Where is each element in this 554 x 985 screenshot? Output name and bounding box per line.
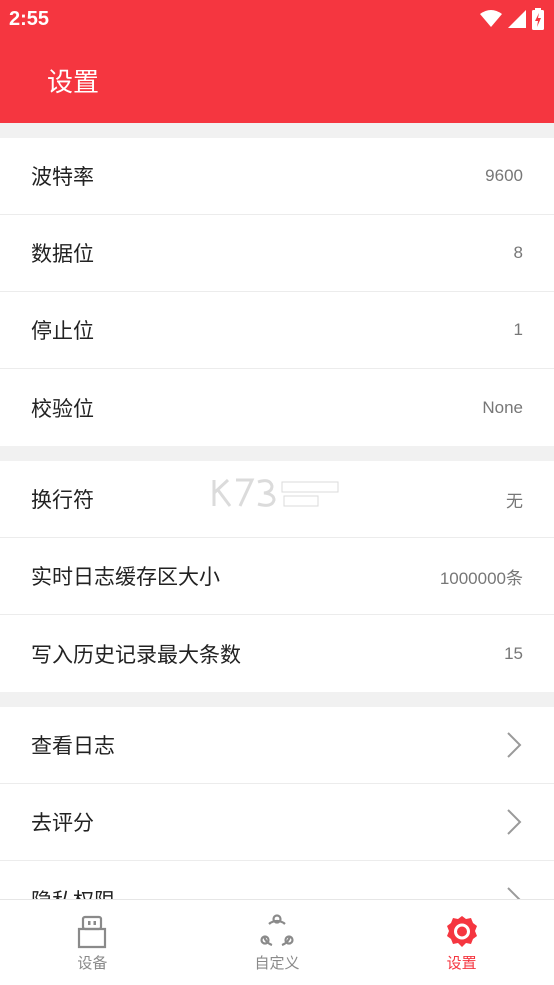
status-icons <box>480 8 544 30</box>
chevron-right-icon <box>507 732 522 758</box>
tab-label: 设置 <box>446 954 477 972</box>
group-divider <box>0 446 554 461</box>
log-settings-group: 换行符 无 实时日志缓存区大小 1000000条 写入历史记录最大条数 15 <box>0 461 554 692</box>
row-label: 数据位 <box>31 242 94 266</box>
tab-device[interactable]: 设备 <box>0 900 185 985</box>
serial-settings-group: 波特率 9600 数据位 8 停止位 1 校验位 None <box>0 138 554 446</box>
group-divider <box>0 692 554 707</box>
log-buffer-size-row[interactable]: 实时日志缓存区大小 1000000条 <box>0 538 554 615</box>
misc-group: 查看日志 去评分 隐私权限 <box>0 707 554 899</box>
row-label: 换行符 <box>31 488 94 512</box>
tab-label: 设备 <box>77 954 108 972</box>
wifi-icon <box>480 10 502 27</box>
chevron-right-icon <box>507 886 521 899</box>
battery-icon <box>532 8 544 30</box>
row-value: 15 <box>504 643 523 663</box>
group-divider <box>0 123 554 138</box>
app-header: 2:55 设置 <box>0 0 554 123</box>
view-logs-row[interactable]: 查看日志 <box>0 707 554 784</box>
row-value: 9600 <box>485 166 523 185</box>
row-value: 无 <box>506 491 523 511</box>
baud-rate-row[interactable]: 波特率 9600 <box>0 138 554 215</box>
share-nodes-icon <box>260 914 294 947</box>
data-bits-row[interactable]: 数据位 8 <box>0 215 554 292</box>
stop-bits-row[interactable]: 停止位 1 <box>0 292 554 369</box>
privacy-permissions-row[interactable]: 隐私权限 <box>0 861 554 899</box>
settings-list[interactable]: 波特率 9600 数据位 8 停止位 1 校验位 None 换行符 无 实时日志… <box>0 123 554 899</box>
status-time: 2:55 <box>9 8 50 30</box>
tab-settings[interactable]: 设置 <box>369 900 554 985</box>
history-max-row[interactable]: 写入历史记录最大条数 15 <box>0 615 554 692</box>
line-ending-row[interactable]: 换行符 无 <box>0 461 554 538</box>
status-bar: 2:55 <box>0 0 554 40</box>
row-value: 1 <box>513 320 523 339</box>
row-label: 去评分 <box>31 811 94 835</box>
row-value: 8 <box>513 243 523 262</box>
usb-device-icon <box>78 915 107 949</box>
row-value: None <box>482 397 523 417</box>
row-label: 波特率 <box>31 165 94 189</box>
row-label: 隐私权限 <box>31 885 115 900</box>
rate-app-row[interactable]: 去评分 <box>0 784 554 861</box>
tab-custom[interactable]: 自定义 <box>185 900 370 985</box>
row-label: 校验位 <box>31 396 94 421</box>
row-label: 停止位 <box>31 319 94 343</box>
bottom-tab-bar: 设备 自定义 设置 <box>0 899 554 985</box>
signal-icon <box>508 10 526 28</box>
chevron-right-icon <box>507 809 522 835</box>
row-value: 1000000条 <box>439 568 523 588</box>
page-title: 设置 <box>47 68 100 98</box>
parity-row[interactable]: 校验位 None <box>0 369 554 446</box>
row-label: 写入历史记录最大条数 <box>31 642 241 667</box>
row-label: 查看日志 <box>31 734 115 758</box>
settings-gear-icon <box>446 916 477 947</box>
tab-label: 自定义 <box>254 954 300 972</box>
row-label: 实时日志缓存区大小 <box>31 565 220 589</box>
